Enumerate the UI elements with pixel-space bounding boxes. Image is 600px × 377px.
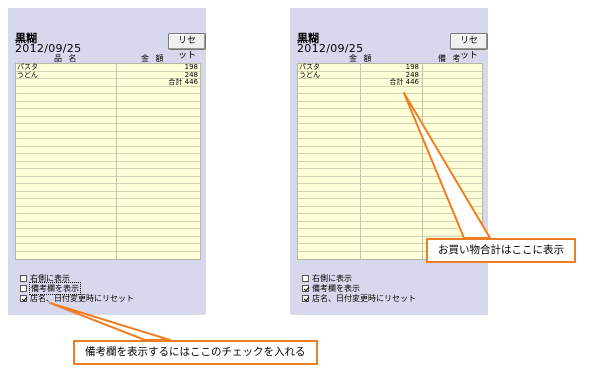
checkbox-box[interactable]: [302, 295, 309, 303]
item-name: パスタ: [299, 63, 320, 71]
item-name: パスタ: [17, 63, 38, 71]
item-name: うどん: [17, 70, 38, 79]
checkbox-box[interactable]: [20, 295, 27, 303]
checkbox-show-notes[interactable]: 備考欄を表示: [20, 282, 134, 296]
checkbox-label: 店名、日付変更時にリセット: [30, 294, 134, 304]
options: 右側に表示 備考欄を表示 店名、日付変更時にリセット: [302, 274, 416, 304]
items-table: パスタ 198 うどん 248 合計 446: [15, 63, 201, 260]
table-row[interactable]: パスタ 198: [298, 64, 482, 72]
callout-total: お買い物合計はここに表示: [426, 238, 576, 263]
checkbox-reset-on-change[interactable]: 店名、日付変更時にリセット: [302, 294, 416, 304]
items-table: パスタ 198 うどん 248 合計 446: [297, 63, 483, 260]
receipt-panel-right: 黒糊 2012/09/25 リセット 金 額 備 考 パスタ 198 うどん 2…: [290, 8, 488, 315]
checkbox-reset-on-change[interactable]: 店名、日付変更時にリセット: [20, 294, 134, 304]
item-name: うどん: [299, 70, 320, 79]
checkbox-show-notes[interactable]: 備考欄を表示: [302, 284, 416, 294]
checkbox-box[interactable]: [302, 275, 309, 283]
checkbox-show-right[interactable]: 右側に表示: [20, 274, 134, 284]
checkbox-show-right[interactable]: 右側に表示: [302, 274, 416, 284]
receipt-panel-left: 黒糊 2012/09/25 リセット 品 名 金 額 パスタ 198 うどん 2…: [8, 8, 206, 315]
total-amount: 合計 446: [168, 78, 198, 86]
checkbox-label: 店名、日付変更時にリセット: [312, 294, 416, 304]
total-amount: 合計 446: [389, 78, 419, 86]
item-amount: 198: [184, 63, 198, 71]
checkbox-box[interactable]: [20, 285, 27, 293]
table-row[interactable]: パスタ 198: [16, 64, 200, 72]
table-row-total: 合計 446: [298, 79, 482, 87]
checkbox-box[interactable]: [302, 285, 309, 293]
options: 右側に表示 備考欄を表示 店名、日付変更時にリセット: [20, 274, 134, 304]
callout-note-check: 備考欄を表示するにはここのチェックを入れる: [73, 340, 318, 365]
reset-button[interactable]: リセット: [450, 33, 488, 61]
table-row-total: 合計 446: [16, 79, 200, 87]
checkbox-box[interactable]: [20, 275, 27, 283]
reset-button[interactable]: リセット: [168, 33, 206, 61]
item-amount: 198: [405, 63, 419, 71]
